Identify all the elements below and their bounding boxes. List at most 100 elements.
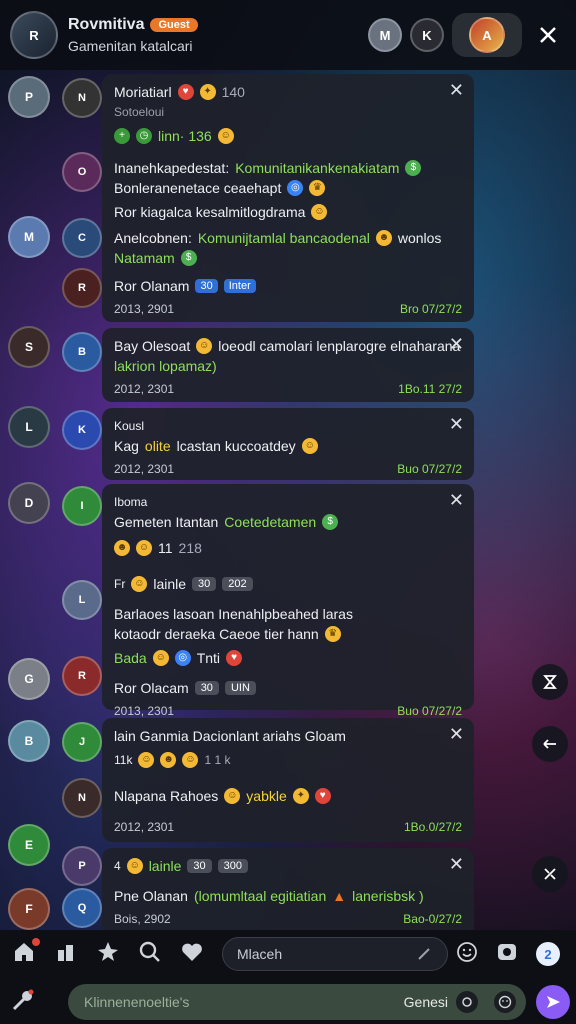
dismiss-card-button[interactable]: ✕ [449,334,464,355]
grin-emoji-icon[interactable]: ☻ [160,752,177,768]
search-input[interactable]: Mlaceh [222,937,448,971]
message-text: Bonleranenetace ceaehapt [114,180,282,196]
attach-button[interactable] [456,991,478,1013]
sender-avatar[interactable]: B [62,332,102,372]
coin-emoji-icon: $ [405,160,422,176]
message-line: Ror Olacam 30 UIN [114,678,462,698]
dismiss-card-button[interactable]: ✕ [449,414,464,435]
smile-emoji-icon: ☺ [126,858,143,874]
message-card[interactable]: ✕ Bay Olesoat ☺ loeodl camolari lenplaro… [102,328,474,402]
reply-button[interactable] [532,726,568,762]
tag-pill[interactable]: 30 [192,577,217,591]
laugh-emoji-icon[interactable]: ☺ [182,752,199,768]
close-button[interactable] [530,17,566,53]
member-avatar-2[interactable]: K [410,18,444,52]
participant-avatar[interactable]: D [8,482,50,524]
dismiss-card-button[interactable]: ✕ [449,80,464,101]
message-line: Barlaoes lasoan Inenahlpbeahed laras [114,604,462,624]
tag-pill[interactable]: 202 [222,577,253,591]
participant-avatar[interactable]: P [8,76,50,118]
status-badge: Guest [150,18,198,32]
tag-pill[interactable]: 300 [217,859,248,873]
clock-reaction-icon[interactable]: ◷ [136,128,152,144]
sender-name: Pne Olanan [114,888,188,904]
sender-avatar[interactable]: Q [62,888,102,928]
heart-emoji-icon: ♥ [314,788,331,804]
message-highlight: Komunitanikankenakiatam [235,160,400,176]
tag-pill[interactable]: UIN [224,681,256,695]
message-date: 2013, 2301 [114,704,175,718]
chat-title-block[interactable]: Rovmitiva Guest Gamenitan katalcari [68,16,368,54]
message-composer[interactable]: Klinnenenoeltie's Genesi [68,984,526,1020]
sender-avatar[interactable]: C [62,218,102,258]
reactions-button[interactable] [532,664,568,700]
participant-column: P M S L D G B E F [6,70,54,930]
reaction-row: + ◷ linn· 136 ☺ [114,126,462,146]
emoji-picker-button[interactable] [494,991,516,1013]
send-button[interactable] [536,985,570,1019]
smile-emoji-icon[interactable]: ☺ [136,540,152,556]
dismiss-card-button[interactable]: ✕ [449,490,464,511]
sender-avatar[interactable]: O [62,152,102,192]
tag-pill[interactable]: Inter [223,279,256,293]
participant-avatar[interactable]: E [8,824,50,866]
trophy-emoji-icon: ♛ [309,180,326,196]
voice-button[interactable] [10,987,36,1018]
dismiss-card-button[interactable]: ✕ [449,854,464,875]
grin-emoji-icon[interactable]: ☻ [114,540,130,556]
participant-avatar[interactable]: F [8,888,50,930]
message-card[interactable]: ✕ lain Ganmia Dacionlant ariahs Gloam 11… [102,718,474,842]
message-date: 2012, 2301 [114,820,175,834]
sender-avatar[interactable]: K [62,410,102,450]
message-highlight: lakrion lopamaz) [114,358,217,374]
participant-avatar[interactable]: L [8,406,50,448]
sender-avatar[interactable]: N [62,778,102,818]
tag-pill[interactable]: 30 [187,859,212,873]
message-card[interactable]: ✕ Moriatiarl ♥ ✦ 140 Sotoeloui + ◷ linn·… [102,74,474,322]
search-button[interactable] [138,940,162,969]
active-user-avatar: A [469,17,505,53]
favorites-button[interactable] [180,940,204,969]
participant-avatar[interactable]: M [8,216,50,258]
globe-emoji-icon: ◎ [174,650,191,666]
sender-avatar[interactable]: J [62,722,102,762]
sender-avatar[interactable]: I [62,486,102,526]
coin-emoji-icon: $ [180,250,197,266]
smile-emoji-icon: ☺ [196,338,213,354]
message-line: Gemeten Itantan Coetedetamen $ [114,512,462,532]
sender-avatar[interactable]: N [62,78,102,118]
group-avatar[interactable]: R [10,11,58,59]
message-card[interactable]: ✕ Kousl Kag olite lcastan kuccoatdey ☺ 2… [102,408,474,480]
message-date: Bois, 2902 [114,912,171,926]
smile-emoji-icon[interactable]: ☺ [138,752,155,768]
sender-name: Ror Olacam [114,680,189,696]
reaction-count: 11k [114,753,133,767]
message-card[interactable]: ✕ 4 ☺ lainle 30 300 Pne Olanan (lomumlta… [102,848,474,930]
message-card[interactable]: ✕ Iboma Gemeten Itantan Coetedetamen $ ☻… [102,484,474,718]
sender-avatar[interactable]: R [62,656,102,696]
notifications-button[interactable]: 2 [536,942,560,966]
home-button[interactable] [12,937,40,969]
pin-button[interactable] [96,940,120,969]
message-highlight: Coetedetamen [224,514,317,530]
gif-button[interactable] [496,941,518,968]
tools-button[interactable] [532,856,568,892]
plus-reaction-icon[interactable]: + [114,128,130,144]
tag-pill[interactable]: 30 [195,279,218,293]
member-avatar-1[interactable]: M [368,18,402,52]
dismiss-card-button[interactable]: ✕ [449,724,464,745]
active-user-chip[interactable]: A [452,13,522,57]
participant-avatar[interactable]: B [8,720,50,762]
message-line: Pne Olanan (lomumltaal egitiatian ▲ lane… [114,886,462,906]
notification-dot [32,937,40,946]
message-text: Gemeten Itantan [114,514,219,530]
sender-avatar[interactable]: L [62,580,102,620]
message-meta: 2012, 2301 1Bo.11 27/2 [114,382,462,396]
participant-avatar[interactable]: G [8,658,50,700]
sender-avatar[interactable]: R [62,268,102,308]
tag-pill[interactable]: 30 [194,681,219,695]
emoji-button[interactable] [456,941,478,968]
groups-button[interactable] [54,940,78,969]
sender-avatar[interactable]: P [62,846,102,886]
participant-avatar[interactable]: S [8,326,50,368]
